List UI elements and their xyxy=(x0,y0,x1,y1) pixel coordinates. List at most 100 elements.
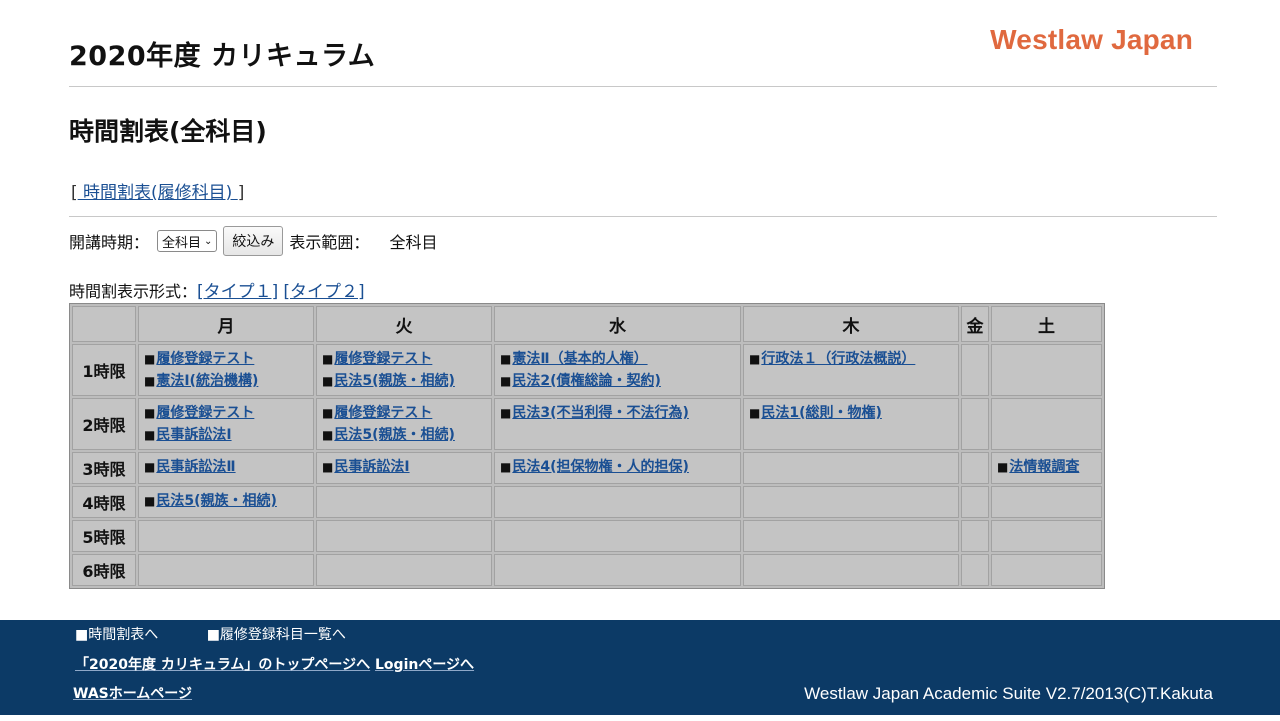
bracket-close: ] xyxy=(237,183,245,203)
course-entry: ■民法5(親族・相続) xyxy=(322,424,486,446)
footer-course-list-link[interactable]: ■履修登録科目一覧へ xyxy=(207,627,346,643)
course-link[interactable]: 憲法Ⅰ(統治機構) xyxy=(156,373,258,389)
term-label: 開講時期： xyxy=(69,233,150,252)
format-type1-link[interactable]: [タイプ１] xyxy=(197,282,278,302)
timetable-row: 5時限 xyxy=(72,520,1102,552)
course-link[interactable]: 民法5(親族・相続) xyxy=(156,493,277,509)
square-bullet-icon: ■ xyxy=(500,406,512,420)
timetable-cell: ■履修登録テスト ■民事訴訟法Ⅰ xyxy=(138,398,314,450)
day-header: 木 xyxy=(743,306,959,342)
course-link[interactable]: 民法5(親族・相続) xyxy=(334,373,455,389)
timetable-cell xyxy=(316,554,492,586)
course-entry: ■履修登録テスト xyxy=(144,348,308,370)
course-entry: ■憲法Ⅱ（基本的人権） xyxy=(500,348,735,370)
footer-timetable-link[interactable]: ■時間割表へ xyxy=(75,627,158,643)
course-link[interactable]: 民法3(不当利得・不法行為) xyxy=(512,405,689,421)
timetable-cell xyxy=(316,486,492,518)
timetable-cell xyxy=(991,486,1102,518)
footer-credit: Westlaw Japan Academic Suite V2.7/2013(C… xyxy=(804,684,1213,703)
square-bullet-icon: ■ xyxy=(144,460,156,474)
footer-top-link[interactable]: 「2020年度 カリキュラム」のトップページへ xyxy=(75,657,370,673)
timetable-cell xyxy=(961,398,989,450)
square-bullet-icon: ■ xyxy=(322,406,334,420)
course-entry: ■憲法Ⅰ(統治機構) xyxy=(144,370,308,392)
period-label: 5時限 xyxy=(72,520,136,552)
westlaw-logo: Westlaw Japan xyxy=(990,24,1193,55)
timetable-cell xyxy=(494,486,741,518)
course-entry: ■民法2(債権総論・契約) xyxy=(500,370,735,392)
bracket-open: [ xyxy=(71,183,78,203)
course-link[interactable]: 履修登録テスト xyxy=(156,351,254,367)
course-entry: ■民事訴訟法Ⅰ xyxy=(322,456,486,478)
range-label: 表示範囲： xyxy=(289,233,370,252)
timetable-cell: ■民事訴訟法Ⅱ xyxy=(138,452,314,484)
course-link[interactable]: 民法4(担保物権・人的担保) xyxy=(512,459,689,475)
course-link[interactable]: 履修登録テスト xyxy=(334,351,432,367)
timetable-row: 4時限 ■民法5(親族・相続) xyxy=(72,486,1102,518)
timetable-cell xyxy=(991,520,1102,552)
timetable-cell xyxy=(743,486,959,518)
timetable-cell: ■履修登録テスト ■憲法Ⅰ(統治機構) xyxy=(138,344,314,396)
filter-submit-button[interactable]: 絞込み xyxy=(223,226,284,256)
page-title: 時間割表(全科目) xyxy=(69,117,267,146)
timetable-cell: ■民事訴訟法Ⅰ xyxy=(316,452,492,484)
timetable-cell xyxy=(743,520,959,552)
timetable-cell xyxy=(991,344,1102,396)
square-bullet-icon: ■ xyxy=(749,406,761,420)
timetable-cell: ■民法4(担保物権・人的担保) xyxy=(494,452,741,484)
term-select[interactable]: 全科目 ⌄ xyxy=(157,230,218,252)
footer-was-link[interactable]: WASホームページ xyxy=(73,686,192,702)
period-label: 6時限 xyxy=(72,554,136,586)
course-entry: ■民法3(不当利得・不法行為) xyxy=(500,402,735,424)
format-type2-link[interactable]: [タイプ２] xyxy=(283,282,364,302)
square-bullet-icon: ■ xyxy=(144,374,156,388)
day-header: 火 xyxy=(316,306,492,342)
course-link[interactable]: 民法5(親族・相続) xyxy=(334,427,455,443)
square-bullet-icon: ■ xyxy=(322,428,334,442)
filter-row: 開講時期： 全科目 ⌄ 絞込み 表示範囲： 全科目 xyxy=(69,226,437,256)
timetable-cell: ■民法1(総則・物権) xyxy=(743,398,959,450)
course-link[interactable]: 行政法１（行政法概説） xyxy=(761,351,915,367)
page: 2020年度 カリキュラム Westlaw Japan 時間割表(全科目) [ … xyxy=(69,0,1217,589)
square-bullet-icon: ■ xyxy=(322,460,334,474)
course-link[interactable]: 民法2(債権総論・契約) xyxy=(512,373,661,389)
timetable-cell xyxy=(961,452,989,484)
timetable-cell xyxy=(961,554,989,586)
timetable-enrolled-link[interactable]: 時間割表(履修科目) xyxy=(78,183,238,203)
format-label: 時間割表示形式： xyxy=(69,282,198,301)
site-title: 2020年度 カリキュラム xyxy=(69,41,376,72)
course-entry: ■行政法１（行政法概説） xyxy=(749,348,953,370)
square-bullet-icon: ■ xyxy=(144,494,156,508)
course-link[interactable]: 民事訴訟法Ⅰ xyxy=(334,459,409,475)
footer-login-link[interactable]: Loginページへ xyxy=(375,657,474,673)
corner-cell xyxy=(72,306,136,342)
course-entry: ■履修登録テスト xyxy=(322,402,486,424)
day-header: 月 xyxy=(138,306,314,342)
footer-nav: ■時間割表へ ■履修登録科目一覧へ xyxy=(75,624,390,644)
course-link[interactable]: 法情報調査 xyxy=(1009,459,1079,475)
period-label: 2時限 xyxy=(72,398,136,450)
timetable-cell xyxy=(494,520,741,552)
square-bullet-icon: ■ xyxy=(144,428,156,442)
course-entry: ■民法5(親族・相続) xyxy=(322,370,486,392)
course-entry: ■民事訴訟法Ⅱ xyxy=(144,456,308,478)
course-link[interactable]: 民法1(総則・物権) xyxy=(761,405,882,421)
course-link[interactable]: 憲法Ⅱ（基本的人権） xyxy=(512,351,647,367)
timetable-cell xyxy=(991,398,1102,450)
course-entry: ■履修登録テスト xyxy=(144,402,308,424)
course-link[interactable]: 民事訴訟法Ⅱ xyxy=(156,459,235,475)
square-bullet-icon: ■ xyxy=(997,460,1009,474)
chevron-down-icon: ⌄ xyxy=(204,235,213,247)
course-link[interactable]: 履修登録テスト xyxy=(156,405,254,421)
timetable-cell xyxy=(961,520,989,552)
course-link[interactable]: 民事訴訟法Ⅰ xyxy=(156,427,231,443)
footer: ■時間割表へ ■履修登録科目一覧へ 「2020年度 カリキュラム」のトップページ… xyxy=(0,620,1280,715)
timetable-row: 2時限 ■履修登録テスト ■民事訴訟法Ⅰ ■履修登録テスト ■民法5(親族・相続) ■民法… xyxy=(72,398,1102,450)
course-link[interactable]: 履修登録テスト xyxy=(334,405,432,421)
timetable-cell xyxy=(743,452,959,484)
course-entry: ■法情報調査 xyxy=(997,456,1096,478)
square-bullet-icon: ■ xyxy=(500,352,512,366)
course-entry: ■民事訴訟法Ⅰ xyxy=(144,424,308,446)
timetable-cell: ■履修登録テスト ■民法5(親族・相続) xyxy=(316,344,492,396)
timetable-cell: ■憲法Ⅱ（基本的人権） ■民法2(債権総論・契約) xyxy=(494,344,741,396)
